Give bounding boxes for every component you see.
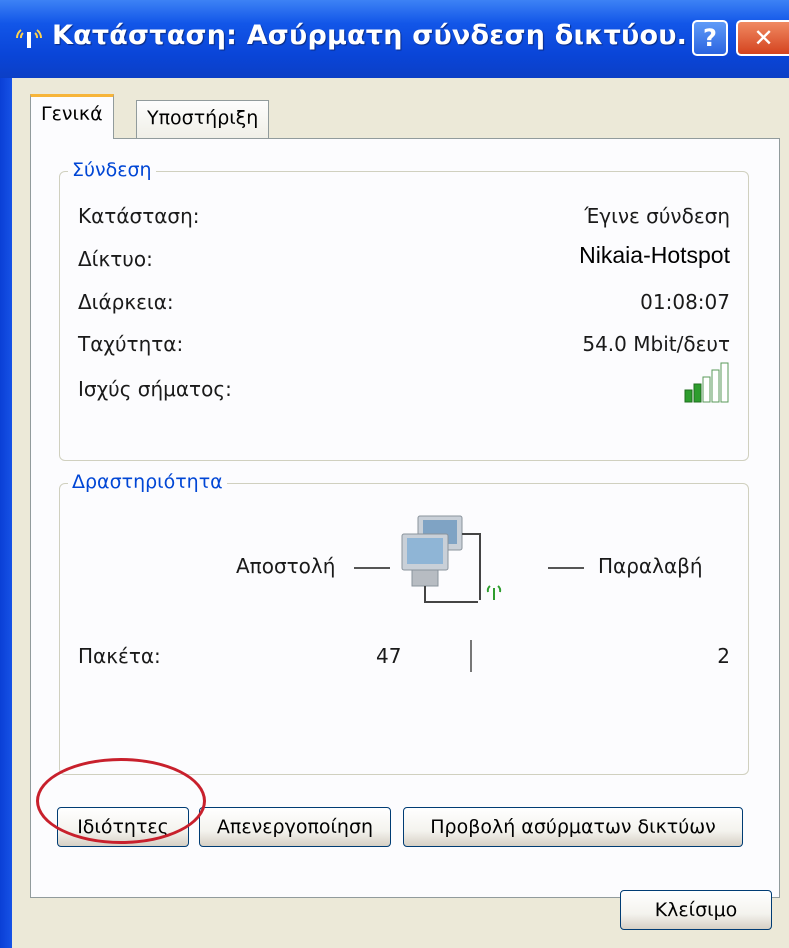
sent-connector-line	[354, 567, 390, 569]
speed-value: 54.0 Mbit/δευτ	[582, 332, 730, 356]
signal-bar-2	[693, 383, 702, 403]
packets-received-value: 2	[717, 644, 730, 668]
wireless-network-icon	[16, 29, 42, 48]
speed-label: Ταχύτητα:	[78, 332, 184, 356]
signal-bar-1	[684, 389, 693, 403]
received-connector-line	[548, 567, 584, 569]
help-button[interactable]: ?	[692, 20, 728, 56]
status-value: Έγινε σύνδεση	[584, 204, 730, 228]
packets-label: Πακέτα:	[78, 644, 161, 668]
connection-group: Σύνδεση Κατάσταση: Έγινε σύνδεση Δίκτυο:…	[59, 159, 749, 461]
window-title: Κατάσταση: Ασύρματη σύνδεση δικτύου.	[52, 20, 688, 51]
network-computers-icon	[401, 515, 502, 603]
signal-strength-label: Ισχύς σήματος:	[78, 377, 232, 401]
signal-strength-icon	[684, 362, 729, 403]
connection-group-title: Σύνδεση	[68, 159, 156, 181]
status-dialog: Κατάσταση: Ασύρματη σύνδεση δικτύου. ? ✕…	[0, 0, 789, 948]
close-window-button[interactable]: ✕	[736, 20, 789, 56]
dialog-client-area: Γενικά Υποστήριξη Σύνδεση Κατάσταση: Έγι…	[12, 78, 789, 948]
activity-group-title: Δραστηριότητα	[68, 471, 227, 493]
signal-bar-4	[711, 369, 720, 403]
duration-value: 01:08:07	[640, 290, 730, 314]
duration-label: Διάρκεια:	[78, 290, 174, 314]
packets-sent-value: 47	[376, 644, 402, 668]
window-border	[0, 78, 12, 948]
highlight-annotation	[36, 758, 206, 844]
title-bar[interactable]: Κατάσταση: Ασύρματη σύνδεση δικτύου. ? ✕	[0, 0, 789, 78]
view-wireless-networks-button[interactable]: Προβολή ασύρματων δικτύων	[403, 807, 743, 847]
tab-support[interactable]: Υποστήριξη	[136, 100, 270, 138]
network-label: Δίκτυο:	[78, 247, 153, 271]
status-label: Κατάσταση:	[78, 204, 200, 228]
signal-bar-3	[702, 376, 711, 403]
tab-general[interactable]: Γενικά	[30, 94, 114, 139]
disable-button[interactable]: Απενεργοποίηση	[199, 807, 391, 847]
sent-label: Αποστολή	[236, 554, 336, 578]
activity-group: Δραστηριότητα Αποστολή Παραλαβή Πακέτα: …	[59, 471, 749, 775]
signal-bar-5	[720, 362, 729, 403]
packets-divider	[470, 640, 472, 672]
received-label: Παραλαβή	[598, 554, 703, 578]
network-value: Nikaia-Hotspot	[579, 242, 730, 268]
close-button[interactable]: Κλείσιμο	[620, 890, 772, 930]
